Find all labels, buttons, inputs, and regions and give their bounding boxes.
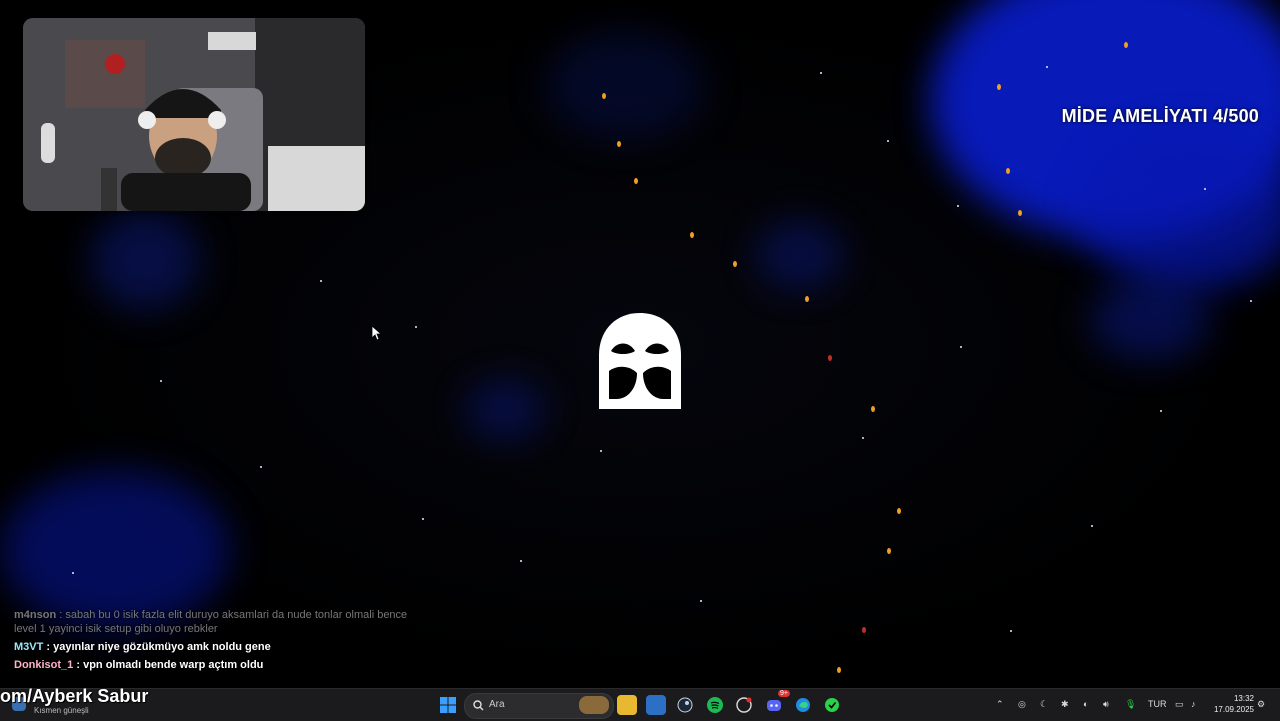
notification-icon[interactable]: ⚙ [1257, 699, 1265, 710]
chevron-up-icon[interactable]: ⌃ [996, 699, 1004, 710]
chat-message: M3VT : yayınlar niye gözükmüyo amk noldu… [14, 640, 414, 654]
edge-icon[interactable] [793, 695, 813, 715]
chat-message: m4nson : sabah bu 0 isik fazla elit duru… [14, 608, 414, 636]
chat-text: : yayınlar niye gözükmüyo amk noldu gene [46, 641, 271, 653]
spotify-icon[interactable] [705, 695, 725, 715]
chat-username: M3VT [14, 641, 44, 653]
notification-badge: 9+ [778, 690, 790, 697]
network-icon[interactable]: ▭ [1175, 699, 1184, 710]
chat-username: m4nson [14, 609, 57, 621]
chat-text: : vpn olmadı bende warp açtım oldu [76, 659, 264, 671]
bluetooth-icon[interactable]: ✱ [1061, 699, 1069, 710]
volume-icon[interactable]: ♪ [1191, 699, 1196, 709]
taskbar-clock[interactable]: 13:32 17.09.2025 [1214, 693, 1254, 715]
search-placeholder: Ara [489, 699, 505, 710]
steam-icon[interactable] [675, 695, 695, 715]
folder-icon[interactable] [617, 695, 637, 715]
weather-text[interactable]: Kısmen güneşli [34, 706, 89, 715]
microphone-icon[interactable]: 🎙︎ [1125, 699, 1136, 710]
language-indicator[interactable]: TUR [1148, 699, 1167, 709]
app-icon[interactable] [822, 695, 842, 715]
moon-icon[interactable]: ☾ [1040, 699, 1048, 710]
search-highlight-image [579, 696, 609, 714]
obs-icon[interactable] [734, 695, 754, 715]
chat-text: : sabah bu 0 isik fazla elit duruyo aksa… [14, 609, 408, 635]
discord-icon[interactable]: 9+ [764, 690, 790, 715]
webcam-feed-image [23, 18, 365, 211]
search-icon [473, 700, 484, 711]
stream-overlay-title: MİDE AMELİYATI 4/500 [1061, 106, 1259, 126]
chat-overlay: m4nson : sabah bu 0 isik fazla elit duru… [14, 606, 414, 676]
store-icon[interactable] [646, 695, 666, 715]
streamer-handle: om/Ayberk Sabur [0, 686, 149, 706]
windows-start-icon[interactable] [438, 695, 458, 715]
speaker-icon[interactable]: 🔊︎ [1103, 699, 1109, 710]
taskbar-search-box[interactable]: Ara [464, 693, 614, 719]
mouse-cursor-icon [371, 325, 381, 341]
chat-username: Donkisot_1 [14, 659, 74, 671]
chat-message: Donkisot_1 : vpn olmadı bende warp açtım… [14, 658, 414, 672]
steam-tray-icon[interactable]: ◐ [1083, 699, 1088, 709]
mask-logo-icon[interactable] [597, 311, 683, 411]
webcam-overlay [23, 18, 365, 211]
tray-app-icon[interactable]: ◎ [1018, 699, 1026, 710]
taskbar: Kısmen güneşli Ara 9+ ⌃ ◎ ☾ ✱ ◐ 🔊︎ 🎙︎ TU… [0, 688, 1280, 721]
clock-time: 13:32 [1233, 694, 1254, 703]
clock-date: 17.09.2025 [1213, 705, 1254, 714]
